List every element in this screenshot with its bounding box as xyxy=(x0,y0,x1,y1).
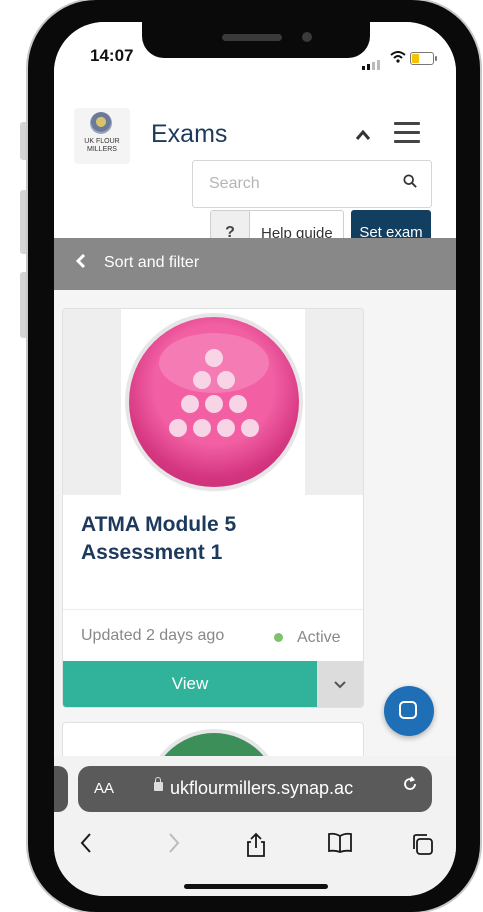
bookmarks-icon[interactable] xyxy=(324,832,356,861)
chevron-up-icon xyxy=(355,129,371,140)
sort-filter-bar[interactable]: Sort and filter xyxy=(54,238,456,290)
search-box[interactable] xyxy=(192,160,432,208)
notch xyxy=(142,22,370,58)
status-dot-icon xyxy=(274,633,283,642)
wifi-icon xyxy=(390,50,406,66)
url-text[interactable]: ukflourmillers.synap.ac xyxy=(170,778,353,799)
safari-bar: AA ukflourmillers.synap.ac xyxy=(54,756,456,896)
menu-button[interactable] xyxy=(394,122,420,148)
search-icon[interactable] xyxy=(403,174,417,188)
safari-toolbar xyxy=(54,828,456,868)
share-icon[interactable] xyxy=(240,832,272,865)
logo-text: UK FLOUR MILLERS xyxy=(84,138,120,153)
exam-updated: Updated 2 days ago xyxy=(81,627,225,644)
app-header: UK FLOUR MILLERS Exams ? Help guide Set … xyxy=(54,82,456,262)
exam-badge-icon xyxy=(129,317,299,487)
reader-options-button[interactable]: AA xyxy=(94,780,114,797)
tabs-icon[interactable] xyxy=(406,832,438,863)
forward-icon[interactable] xyxy=(158,832,190,861)
logo-emblem-icon xyxy=(90,112,112,134)
exam-title[interactable]: ATMA Module 5 Assessment 1 xyxy=(81,511,341,567)
lock-icon xyxy=(154,777,163,791)
chevron-left-icon xyxy=(75,253,86,274)
chat-icon xyxy=(399,701,417,719)
view-options-button[interactable] xyxy=(317,661,363,707)
screen: 14:07 UK FLOUR MILLERS Exams ? Help xyxy=(54,22,456,896)
status-time: 14:07 xyxy=(90,46,134,65)
collapse-button[interactable] xyxy=(350,122,376,148)
card-divider xyxy=(63,609,363,610)
speaker-icon xyxy=(222,34,282,41)
exam-status: Active xyxy=(297,629,341,646)
battery-icon xyxy=(410,52,437,65)
camera-icon xyxy=(302,32,312,42)
exam-card: ATMA Module 5 Assessment 1 Updated 2 day… xyxy=(62,308,364,708)
logo[interactable]: UK FLOUR MILLERS xyxy=(74,108,130,164)
chat-button[interactable] xyxy=(384,686,434,736)
back-icon[interactable] xyxy=(70,832,102,861)
address-bar[interactable]: AA ukflourmillers.synap.ac xyxy=(78,766,432,812)
exam-card-image xyxy=(63,309,363,495)
search-input[interactable] xyxy=(207,171,391,197)
reload-icon[interactable] xyxy=(402,776,418,797)
previous-tab-preview[interactable] xyxy=(54,766,68,812)
sort-filter-label: Sort and filter xyxy=(104,254,200,271)
home-indicator[interactable] xyxy=(184,884,328,889)
signal-icon xyxy=(362,52,382,70)
page-title: Exams xyxy=(151,120,228,148)
chevron-down-icon xyxy=(334,681,346,689)
view-button[interactable]: View xyxy=(63,661,317,707)
